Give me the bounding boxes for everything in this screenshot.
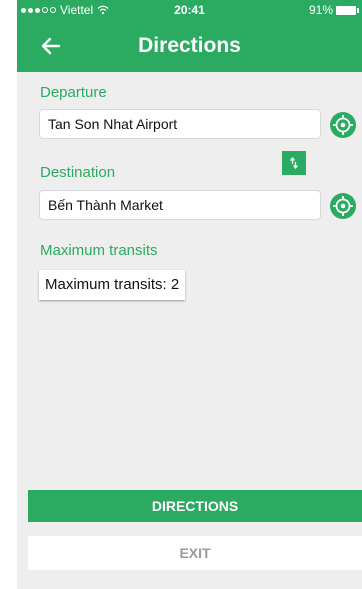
battery-percent: 91% <box>308 3 333 17</box>
transits-label: Maximum transits <box>40 242 158 259</box>
departure-field[interactable]: Tan Son Nhat Airport <box>39 109 321 139</box>
destination-field[interactable]: Bến Thành Market <box>39 190 321 220</box>
locate-target-icon <box>330 193 356 219</box>
app-screen: Viettel 20:41 91% Directions Departure T… <box>17 0 362 589</box>
exit-button[interactable]: EXIT <box>28 536 362 570</box>
departure-label: Departure <box>40 84 107 101</box>
destination-locate-button[interactable] <box>330 193 356 219</box>
header-bar: Directions <box>17 20 362 72</box>
status-right: 91% <box>308 3 359 17</box>
swap-button[interactable] <box>282 151 306 175</box>
swap-arrows-icon <box>289 156 299 170</box>
page-title: Directions <box>138 34 241 57</box>
battery-icon <box>336 5 359 15</box>
status-bar: Viettel 20:41 91% <box>17 0 362 20</box>
max-transits-selector[interactable]: Maximum transits: 2 <box>39 270 186 300</box>
locate-target-icon <box>330 112 356 138</box>
directions-button[interactable]: DIRECTIONS <box>28 490 362 522</box>
departure-locate-button[interactable] <box>330 112 356 138</box>
destination-label: Destination <box>40 164 116 181</box>
